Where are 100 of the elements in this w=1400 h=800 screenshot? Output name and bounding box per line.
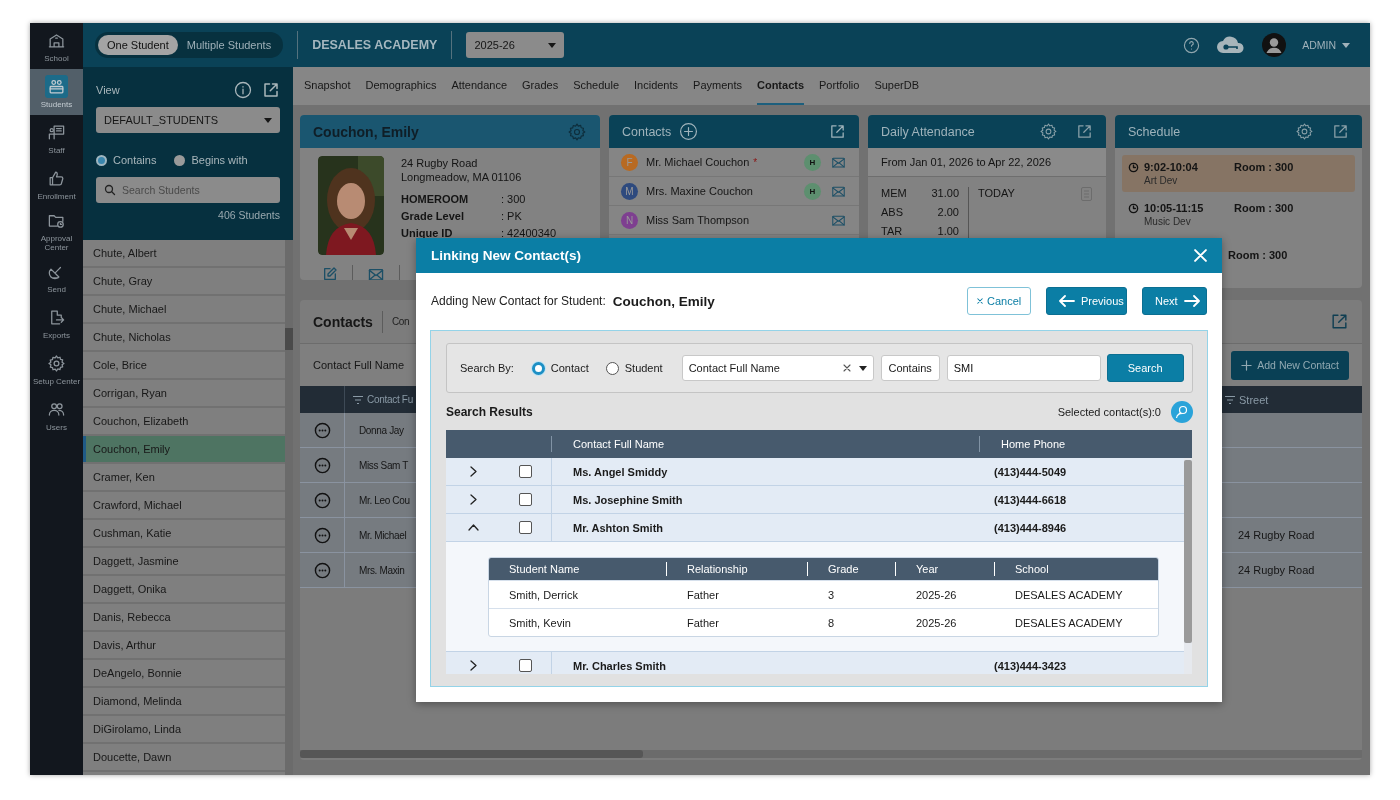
more-icon[interactable] — [313, 561, 331, 579]
chevron-up-icon[interactable] — [467, 524, 479, 531]
external-link-icon[interactable] — [262, 81, 280, 99]
year-dropdown[interactable]: 2025-26 — [466, 32, 565, 58]
rail-item[interactable]: Approval Center — [30, 207, 83, 255]
more-icon[interactable] — [313, 456, 331, 474]
radio-button[interactable] — [531, 361, 545, 375]
help-icon[interactable] — [1183, 36, 1201, 54]
rail-item[interactable]: Send — [30, 254, 83, 301]
schedule-item[interactable]: 10:05-11:15 Room : 300 Music Dev — [1122, 196, 1355, 233]
student-row[interactable]: Couchon, Emily — [83, 436, 285, 464]
settings-icon[interactable] — [1039, 122, 1058, 141]
next-button[interactable]: Next — [1142, 287, 1207, 315]
clear-icon[interactable] — [842, 364, 851, 372]
rail-item[interactable]: Staff — [30, 115, 83, 161]
table-cell-text: 24 Rugby Road — [1237, 564, 1315, 576]
column-header: Student Name — [508, 563, 581, 575]
tab[interactable]: Schedule — [573, 67, 619, 105]
tab[interactable]: Contacts — [756, 67, 805, 105]
mail-icon[interactable] — [829, 155, 847, 169]
checkbox[interactable] — [519, 465, 532, 478]
scrollbar[interactable] — [285, 240, 293, 775]
scrollbar[interactable] — [1184, 458, 1192, 674]
search-input[interactable]: SMI — [946, 355, 1101, 381]
student-name: Couchon, Emily — [313, 123, 420, 140]
tab[interactable]: Grades — [522, 67, 559, 105]
rail-item[interactable]: Students — [30, 69, 83, 115]
tab[interactable]: Incidents — [634, 67, 679, 105]
rail-item[interactable]: Exports — [30, 300, 83, 347]
tab[interactable]: SuperDB — [874, 67, 920, 105]
view-dropdown[interactable]: DEFAULT_STUDENTS — [96, 107, 280, 133]
mail-icon[interactable] — [829, 184, 847, 198]
add-icon[interactable] — [679, 122, 699, 141]
add-contact-button[interactable]: Add New Contact — [1231, 350, 1349, 380]
more-icon[interactable] — [313, 491, 331, 509]
table-row[interactable]: Ms. Josephine Smith (413)444-6618 — [446, 486, 1184, 514]
user-menu[interactable]: ADMIN — [1302, 39, 1350, 51]
search-field[interactable]: Search Students — [96, 177, 280, 203]
radio-button[interactable] — [174, 154, 186, 166]
external-link-icon[interactable] — [1332, 123, 1349, 140]
chevron-right-icon[interactable] — [469, 660, 477, 671]
chevron-right-icon[interactable] — [469, 466, 477, 477]
contact-name: Miss Sam Thompson — [646, 214, 750, 226]
radio-button[interactable] — [605, 361, 619, 375]
caret-icon — [548, 42, 557, 48]
more-icon[interactable] — [313, 421, 331, 439]
external-link-icon[interactable] — [1330, 312, 1349, 331]
tab[interactable]: Payments — [693, 67, 742, 105]
external-link-icon[interactable] — [1076, 123, 1093, 140]
more-icon[interactable] — [313, 526, 331, 544]
contact-search-icon[interactable] — [1171, 401, 1193, 423]
avatar-icon[interactable] — [1262, 33, 1287, 57]
scrollbar[interactable] — [300, 750, 1362, 758]
mail-icon[interactable] — [367, 266, 385, 280]
room-label: Room : 300 — [1234, 202, 1295, 214]
field-dropdown[interactable]: Contact Full Name — [681, 355, 874, 381]
checkbox[interactable] — [519, 521, 532, 534]
rail-item[interactable]: Enrollment — [30, 161, 83, 207]
table-cell-text: 2025-26 — [915, 616, 958, 629]
clock-icon — [1128, 161, 1139, 173]
search-by-label: Search By: — [460, 362, 514, 374]
checkbox[interactable] — [519, 493, 532, 506]
operator-dropdown[interactable]: Contains — [880, 355, 940, 381]
table-row[interactable]: Ms. Angel Smiddy (413)444-5049 — [446, 458, 1184, 486]
table-cell-text: (413)444-8946 — [993, 521, 1067, 534]
tab[interactable]: Attendance — [451, 67, 508, 105]
rail-item[interactable]: Users — [30, 392, 83, 439]
mode-option[interactable]: Multiple Students — [177, 35, 281, 55]
tab[interactable]: Demographics — [365, 67, 437, 105]
chevron-right-icon[interactable] — [469, 494, 477, 505]
mail-icon[interactable] — [829, 213, 847, 227]
table-row[interactable]: Mr. Ashton Smith (413)444-8946 — [446, 514, 1184, 542]
initial-badge: F — [621, 153, 638, 171]
radio-label: Contains — [113, 154, 157, 166]
mode-option[interactable]: One Student — [98, 35, 178, 55]
caret-icon — [1342, 42, 1350, 48]
schedule-item[interactable]: Room : 300 — [1222, 237, 1294, 279]
tab[interactable]: Con — [391, 316, 410, 327]
caret-icon — [858, 365, 867, 371]
checkbox[interactable] — [519, 659, 532, 672]
radio-label: Begins with — [191, 154, 248, 166]
rail-item[interactable]: Setup Center — [30, 346, 83, 393]
rail-item[interactable]: School — [30, 23, 83, 69]
schedule-item[interactable]: 9:02-10:04 Room : 300 Art Dev — [1122, 155, 1355, 192]
radio-button[interactable] — [96, 154, 107, 166]
section-title: Search Results — [446, 405, 534, 419]
edit-icon[interactable] — [322, 266, 338, 280]
table-row[interactable]: Mr. Charles Smith (413)444-3423 — [446, 652, 1184, 674]
tab[interactable]: Snapshot — [304, 67, 351, 105]
search-button[interactable]: Search — [1106, 354, 1184, 382]
address-line: Longmeadow, MA 01106 — [401, 171, 522, 183]
settings-icon[interactable] — [1295, 122, 1314, 141]
arrow-left-icon — [1059, 295, 1075, 307]
table-cell-text: DESALES ACADEMY — [1014, 588, 1124, 601]
tab[interactable]: Portfolio — [819, 67, 860, 105]
external-link-icon[interactable] — [829, 123, 846, 140]
cancel-button[interactable]: Cancel — [967, 287, 1031, 315]
close-icon[interactable] — [1194, 249, 1207, 262]
info-icon[interactable] — [234, 81, 252, 99]
previous-button[interactable]: Previous — [1046, 287, 1127, 315]
